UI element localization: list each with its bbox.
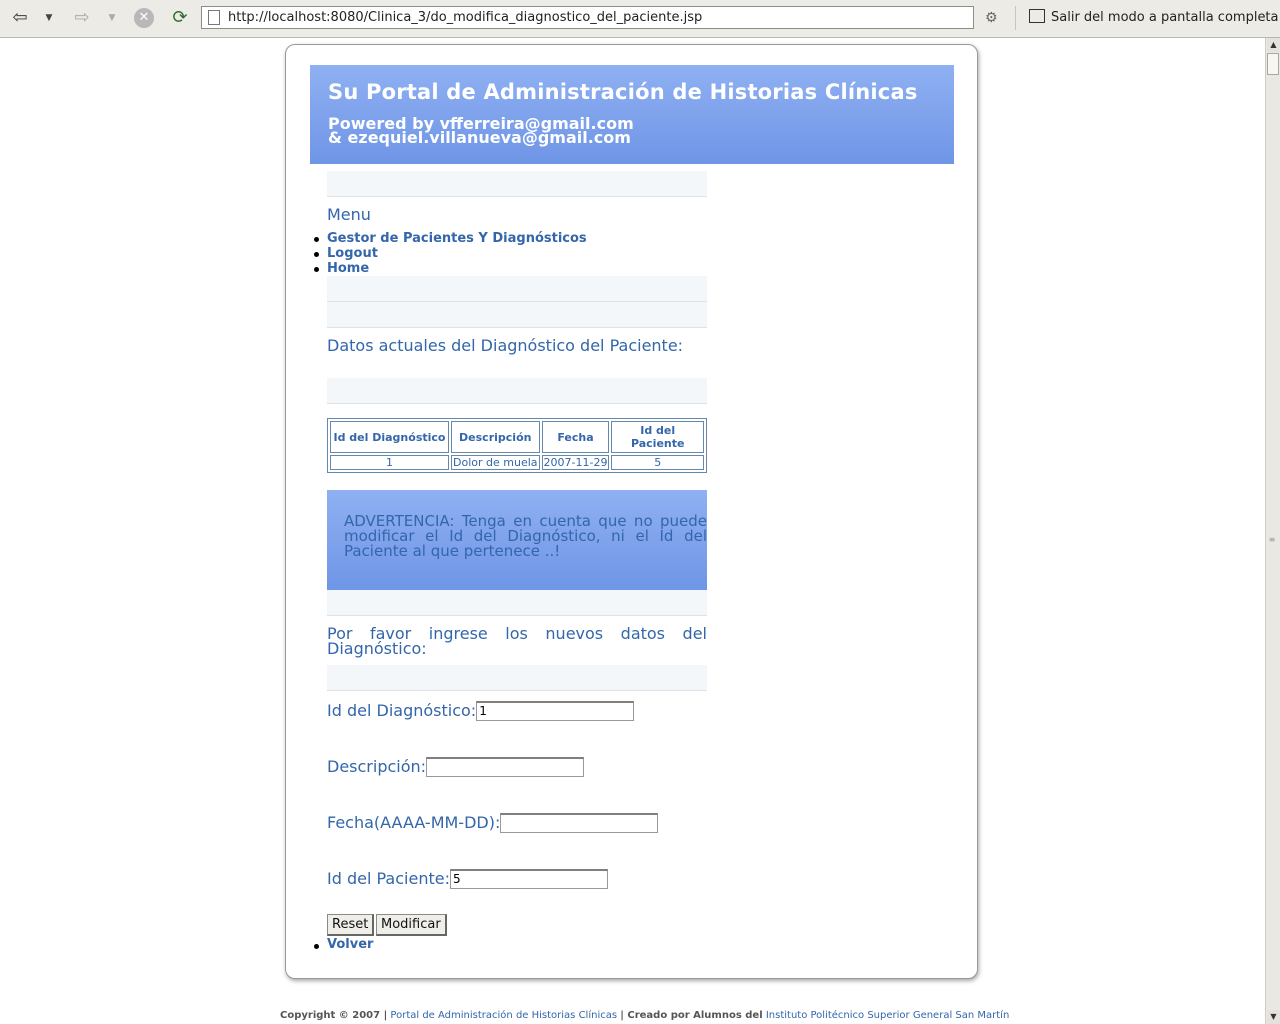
page-icon [208,10,220,25]
volver-link[interactable]: Volver [313,937,373,952]
current-diagnosis-table: Id del Diagnóstico Descripción Fecha Id … [327,418,707,473]
table-row: 1 Dolor de muela 2007-11-29 5 [330,455,704,470]
label-id-paciente: Id del Paciente: [327,869,450,888]
warning-text: ADVERTENCIA: Tenga en cuenta que no pued… [344,512,707,560]
field-id-diagnostico: Id del Diagnóstico: [327,700,635,721]
col-id-paciente: Id del Paciente [611,421,704,453]
spacer-band [327,302,707,328]
footer-copyright: Copyright © 2007 | [280,1010,388,1021]
reset-button[interactable]: Reset [327,914,375,936]
back-arrow-icon[interactable]: ⇦ [8,7,32,29]
url-text: http://localhost:8080/Clinica_3/do_modif… [228,10,703,25]
col-id-diagnostico: Id del Diagnóstico [330,421,449,453]
exit-fullscreen-label: Salir del modo a pantalla completa [1051,10,1279,25]
cell-id-paciente: 5 [611,455,704,470]
address-bar[interactable]: http://localhost:8080/Clinica_3/do_modif… [201,6,974,29]
field-id-paciente: Id del Paciente: [327,868,608,889]
label-id-diagnostico: Id del Diagnóstico: [327,701,477,720]
gear-icon[interactable]: ⚙ [985,9,1001,27]
vertical-scrollbar[interactable]: ▲ ▼ [1265,38,1280,1024]
site-header: Su Portal de Administración de Historias… [310,65,954,164]
input-id-paciente[interactable] [449,868,608,889]
spacer-band [327,171,707,197]
cell-fecha: 2007-11-29 [541,455,610,470]
label-descripcion: Descripción: [327,757,427,776]
table-header-row: Id del Diagnóstico Descripción Fecha Id … [330,421,704,453]
modificar-button[interactable]: Modificar [376,914,447,936]
field-fecha: Fecha(AAAA-MM-DD): [327,812,659,833]
current-data-heading: Datos actuales del Diagnóstico del Pacie… [327,336,684,355]
powered-by-line-2: & ezequiel.villanueva@gmail.com [328,128,631,147]
scrollbar-grip-icon: ≡ [1268,535,1276,544]
spacer-band [327,665,707,691]
form-heading: Por favor ingrese los nuevos datos del D… [327,624,707,658]
spacer-band [327,378,707,404]
input-id-diagnostico[interactable] [476,700,635,721]
scroll-up-icon[interactable]: ▲ [1267,38,1280,52]
col-fecha: Fecha [541,421,610,453]
toolbar-separator [1015,6,1016,30]
spacer-band [327,276,707,302]
col-descripcion: Descripción [451,421,540,453]
back-history-dropdown-icon[interactable]: ▼ [43,9,55,27]
spacer-band [327,590,707,616]
page-footer: Copyright © 2007 | Portal de Administrac… [280,1010,1009,1021]
footer-portal-link[interactable]: Portal de Administración de Historias Cl… [390,1010,617,1021]
scroll-down-icon[interactable]: ▼ [1267,1010,1280,1024]
label-fecha: Fecha(AAAA-MM-DD): [327,813,501,832]
exit-fullscreen-button[interactable]: Salir del modo a pantalla completa [1029,8,1279,28]
warning-box: ADVERTENCIA: Tenga en cuenta que no pued… [327,490,707,590]
menu-item-home[interactable]: Home [314,261,587,276]
cell-id-diagnostico: 1 [330,455,449,470]
stop-icon[interactable]: ✕ [134,8,154,28]
footer-created-by: | Creado por Alumnos del [620,1010,763,1021]
forward-arrow-icon[interactable]: ⇨ [70,7,94,29]
scrollbar-thumb[interactable] [1267,53,1279,75]
site-title: Su Portal de Administración de Historias… [328,80,918,104]
menu-item-logout[interactable]: Logout [314,246,587,261]
browser-toolbar: ⇦ ▼ ⇨ ▼ ✕ ⟳ http://localhost:8080/Clinic… [0,0,1280,38]
cell-descripcion: Dolor de muela [451,455,540,470]
menu-title: Menu [327,205,371,224]
menu-item-gestor[interactable]: Gestor de Pacientes Y Diagnósticos [314,231,587,246]
forward-history-dropdown-icon[interactable]: ▼ [106,9,118,27]
input-descripcion[interactable] [426,756,585,777]
reload-icon[interactable]: ⟳ [168,7,192,29]
field-descripcion: Descripción: [327,756,585,777]
input-fecha[interactable] [500,812,659,833]
menu-list: Gestor de Pacientes Y Diagnósticos Logou… [314,231,587,276]
footer-institute-link[interactable]: Instituto Politécnico Superior General S… [766,1010,1009,1021]
exit-fullscreen-icon [1029,9,1045,23]
